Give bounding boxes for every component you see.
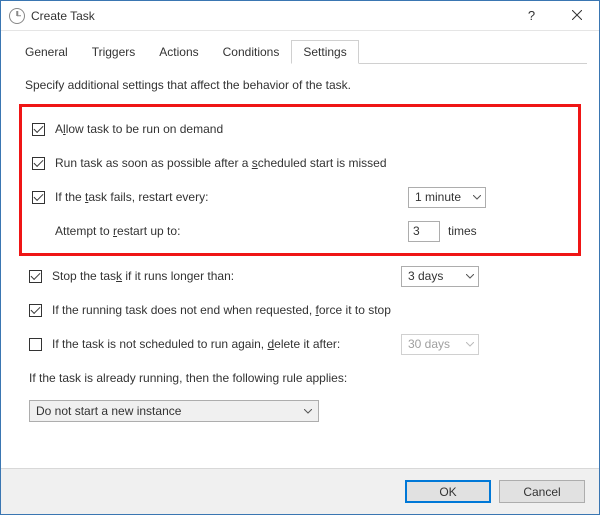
select-rule-value: Do not start a new instance (36, 404, 181, 418)
label-restart-every: If the task fails, restart every: (55, 190, 208, 204)
chevron-down-icon (466, 342, 474, 347)
tab-conditions[interactable]: Conditions (211, 40, 292, 64)
row-force-stop: If the running task does not end when re… (25, 298, 575, 322)
label-force-stop: If the running task does not end when re… (52, 303, 391, 317)
chevron-down-icon (304, 409, 312, 414)
row-delete-after: If the task is not scheduled to run agai… (25, 332, 575, 356)
row-run-asap: Run task as soon as possible after a sch… (32, 151, 568, 175)
tab-general[interactable]: General (13, 40, 80, 64)
highlight-box: Allow task to be run on demand Run task … (19, 104, 581, 256)
label-stop-if-longer: Stop the task if it runs longer than: (52, 269, 234, 283)
row-restart-every: If the task fails, restart every: 1 minu… (32, 185, 568, 209)
select-delete-after: 30 days (401, 334, 479, 355)
checkbox-allow-on-demand[interactable] (32, 123, 45, 136)
select-rule[interactable]: Do not start a new instance (29, 400, 319, 422)
label-delete-after: If the task is not scheduled to run agai… (52, 337, 340, 351)
tab-actions[interactable]: Actions (147, 40, 210, 64)
titlebar: Create Task ? (1, 1, 599, 31)
input-attempt-count[interactable] (408, 221, 440, 242)
dialog-footer: OK Cancel (1, 468, 599, 514)
row-attempt-restart: Attempt to restart up to: times (32, 219, 568, 243)
tab-triggers[interactable]: Triggers (80, 40, 148, 64)
label-rule: If the task is already running, then the… (29, 371, 347, 385)
titlebar-buttons: ? (509, 1, 599, 30)
select-stop-duration-value: 3 days (408, 269, 443, 283)
chevron-down-icon (466, 274, 474, 279)
checkbox-restart-every[interactable] (32, 191, 45, 204)
clock-icon (9, 8, 25, 24)
checkbox-delete-after[interactable] (29, 338, 42, 351)
content-area: General Triggers Actions Conditions Sett… (1, 31, 599, 430)
cancel-button[interactable]: Cancel (499, 480, 585, 503)
settings-panel: Specify additional settings that affect … (13, 64, 587, 430)
row-allow-on-demand: Allow task to be run on demand (32, 117, 568, 141)
ok-button[interactable]: OK (405, 480, 491, 503)
settings-description: Specify additional settings that affect … (25, 78, 575, 92)
select-delete-after-value: 30 days (408, 337, 450, 351)
label-allow-on-demand: Allow task to be run on demand (55, 122, 223, 136)
label-run-asap: Run task as soon as possible after a sch… (55, 156, 387, 170)
row-rule-label: If the task is already running, then the… (25, 366, 575, 390)
help-icon: ? (528, 8, 535, 23)
select-restart-interval[interactable]: 1 minute (408, 187, 486, 208)
row-stop-if-longer: Stop the task if it runs longer than: 3 … (25, 264, 575, 288)
chevron-down-icon (473, 195, 481, 200)
create-task-window: Create Task ? General Triggers Actions C… (0, 0, 600, 515)
tab-strip: General Triggers Actions Conditions Sett… (13, 39, 587, 64)
close-icon (572, 8, 582, 23)
close-button[interactable] (554, 1, 599, 30)
select-stop-duration[interactable]: 3 days (401, 266, 479, 287)
checkbox-force-stop[interactable] (29, 304, 42, 317)
window-title: Create Task (31, 9, 95, 23)
tab-settings[interactable]: Settings (291, 40, 358, 64)
label-times: times (448, 224, 477, 238)
checkbox-run-asap[interactable] (32, 157, 45, 170)
help-button[interactable]: ? (509, 1, 554, 30)
label-attempt-restart: Attempt to restart up to: (55, 224, 180, 238)
checkbox-stop-if-longer[interactable] (29, 270, 42, 283)
select-restart-interval-value: 1 minute (415, 190, 461, 204)
